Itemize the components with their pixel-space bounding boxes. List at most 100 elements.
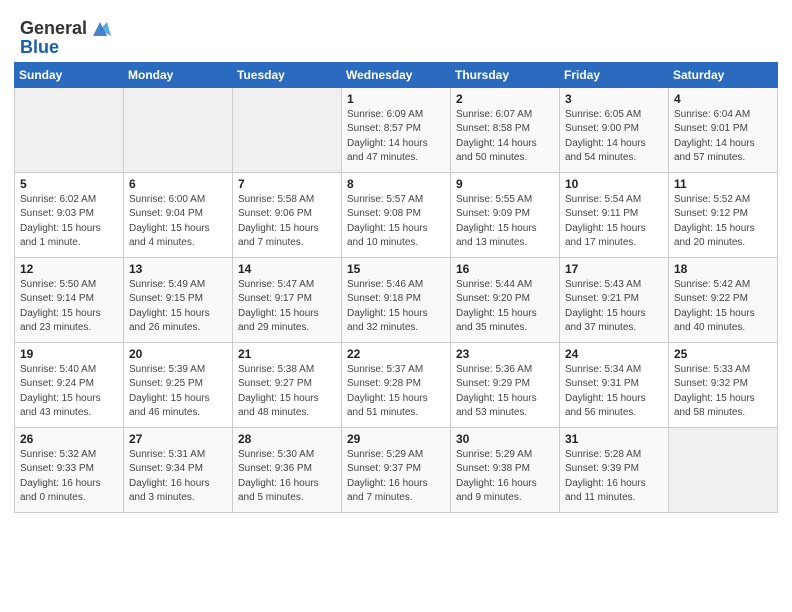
calendar-day-cell: 9 Sunrise: 5:55 AM Sunset: 9:09 PM Daylig… (451, 172, 560, 257)
calendar: SundayMondayTuesdayWednesdayThursdayFrid… (10, 62, 782, 513)
day-number: 27 (129, 432, 227, 446)
calendar-week-row: 19 Sunrise: 5:40 AM Sunset: 9:24 PM Dayli… (15, 342, 778, 427)
logo-general: General (20, 19, 87, 39)
calendar-day-cell: 3 Sunrise: 6:05 AM Sunset: 9:00 PM Daylig… (560, 87, 669, 172)
calendar-day-cell: 21 Sunrise: 5:38 AM Sunset: 9:27 PM Dayli… (233, 342, 342, 427)
day-info: Sunrise: 6:05 AM Sunset: 9:00 PM Dayligh… (565, 108, 663, 166)
day-number: 2 (456, 92, 554, 106)
day-number: 11 (674, 177, 772, 191)
day-info: Sunrise: 5:54 AM Sunset: 9:11 PM Dayligh… (565, 193, 663, 251)
day-number: 18 (674, 262, 772, 276)
calendar-week-row: 5 Sunrise: 6:02 AM Sunset: 9:03 PM Daylig… (15, 172, 778, 257)
day-info: Sunrise: 5:55 AM Sunset: 9:09 PM Dayligh… (456, 193, 554, 251)
day-info: Sunrise: 5:57 AM Sunset: 9:08 PM Dayligh… (347, 193, 445, 251)
day-info: Sunrise: 5:29 AM Sunset: 9:37 PM Dayligh… (347, 448, 445, 506)
day-number: 17 (565, 262, 663, 276)
weekday-header-thursday: Thursday (451, 62, 560, 87)
calendar-week-row: 12 Sunrise: 5:50 AM Sunset: 9:14 PM Dayli… (15, 257, 778, 342)
day-number: 25 (674, 347, 772, 361)
day-info: Sunrise: 5:43 AM Sunset: 9:21 PM Dayligh… (565, 278, 663, 336)
calendar-day-cell: 12 Sunrise: 5:50 AM Sunset: 9:14 PM Dayli… (15, 257, 124, 342)
calendar-day-cell: 1Sunrise: 6:09 AM Sunset: 8:57 PM Daylig… (342, 87, 451, 172)
day-number: 28 (238, 432, 336, 446)
day-number: 14 (238, 262, 336, 276)
day-number: 30 (456, 432, 554, 446)
day-info: Sunrise: 5:50 AM Sunset: 9:14 PM Dayligh… (20, 278, 118, 336)
day-info: Sunrise: 5:33 AM Sunset: 9:32 PM Dayligh… (674, 363, 772, 421)
calendar-day-cell (15, 87, 124, 172)
logo-blue: Blue (20, 38, 59, 58)
day-number: 23 (456, 347, 554, 361)
logo: General Blue (20, 18, 111, 58)
calendar-day-cell: 2 Sunrise: 6:07 AM Sunset: 8:58 PM Daylig… (451, 87, 560, 172)
day-number: 31 (565, 432, 663, 446)
day-info: Sunrise: 6:09 AM Sunset: 8:57 PM Dayligh… (347, 108, 445, 166)
calendar-week-row: 1Sunrise: 6:09 AM Sunset: 8:57 PM Daylig… (15, 87, 778, 172)
day-number: 21 (238, 347, 336, 361)
calendar-day-cell: 10 Sunrise: 5:54 AM Sunset: 9:11 PM Dayli… (560, 172, 669, 257)
calendar-day-cell: 22 Sunrise: 5:37 AM Sunset: 9:28 PM Dayli… (342, 342, 451, 427)
day-number: 15 (347, 262, 445, 276)
day-number: 22 (347, 347, 445, 361)
calendar-day-cell: 11Sunrise: 5:52 AM Sunset: 9:12 PM Dayli… (669, 172, 778, 257)
day-number: 5 (20, 177, 118, 191)
calendar-day-cell: 29Sunrise: 5:29 AM Sunset: 9:37 PM Dayli… (342, 427, 451, 512)
calendar-day-cell: 6 Sunrise: 6:00 AM Sunset: 9:04 PM Daylig… (124, 172, 233, 257)
day-number: 9 (456, 177, 554, 191)
header: General Blue (10, 10, 782, 62)
weekday-header-tuesday: Tuesday (233, 62, 342, 87)
day-info: Sunrise: 6:02 AM Sunset: 9:03 PM Dayligh… (20, 193, 118, 251)
calendar-day-cell: 19 Sunrise: 5:40 AM Sunset: 9:24 PM Dayli… (15, 342, 124, 427)
day-number: 16 (456, 262, 554, 276)
day-info: Sunrise: 5:29 AM Sunset: 9:38 PM Dayligh… (456, 448, 554, 506)
calendar-day-cell: 23 Sunrise: 5:36 AM Sunset: 9:29 PM Dayli… (451, 342, 560, 427)
day-number: 13 (129, 262, 227, 276)
day-info: Sunrise: 5:28 AM Sunset: 9:39 PM Dayligh… (565, 448, 663, 506)
day-number: 8 (347, 177, 445, 191)
calendar-day-cell: 26 Sunrise: 5:32 AM Sunset: 9:33 PM Dayli… (15, 427, 124, 512)
weekday-header-sunday: Sunday (15, 62, 124, 87)
day-info: Sunrise: 5:47 AM Sunset: 9:17 PM Dayligh… (238, 278, 336, 336)
calendar-day-cell: 31 Sunrise: 5:28 AM Sunset: 9:39 PM Dayli… (560, 427, 669, 512)
calendar-day-cell (233, 87, 342, 172)
logo-icon (89, 18, 111, 40)
day-info: Sunrise: 5:34 AM Sunset: 9:31 PM Dayligh… (565, 363, 663, 421)
day-info: Sunrise: 5:38 AM Sunset: 9:27 PM Dayligh… (238, 363, 336, 421)
calendar-week-row: 26 Sunrise: 5:32 AM Sunset: 9:33 PM Dayli… (15, 427, 778, 512)
calendar-day-cell: 20Sunrise: 5:39 AM Sunset: 9:25 PM Dayli… (124, 342, 233, 427)
day-number: 3 (565, 92, 663, 106)
day-number: 20 (129, 347, 227, 361)
calendar-day-cell: 28Sunrise: 5:30 AM Sunset: 9:36 PM Dayli… (233, 427, 342, 512)
day-info: Sunrise: 5:32 AM Sunset: 9:33 PM Dayligh… (20, 448, 118, 506)
calendar-day-cell: 27 Sunrise: 5:31 AM Sunset: 9:34 PM Dayli… (124, 427, 233, 512)
day-info: Sunrise: 5:31 AM Sunset: 9:34 PM Dayligh… (129, 448, 227, 506)
day-number: 10 (565, 177, 663, 191)
weekday-header-saturday: Saturday (669, 62, 778, 87)
day-info: Sunrise: 6:00 AM Sunset: 9:04 PM Dayligh… (129, 193, 227, 251)
calendar-day-cell: 24 Sunrise: 5:34 AM Sunset: 9:31 PM Dayli… (560, 342, 669, 427)
weekday-header-friday: Friday (560, 62, 669, 87)
day-info: Sunrise: 5:42 AM Sunset: 9:22 PM Dayligh… (674, 278, 772, 336)
day-info: Sunrise: 6:07 AM Sunset: 8:58 PM Dayligh… (456, 108, 554, 166)
calendar-day-cell: 14 Sunrise: 5:47 AM Sunset: 9:17 PM Dayli… (233, 257, 342, 342)
calendar-table: SundayMondayTuesdayWednesdayThursdayFrid… (14, 62, 778, 513)
calendar-day-cell: 18 Sunrise: 5:42 AM Sunset: 9:22 PM Dayli… (669, 257, 778, 342)
day-number: 26 (20, 432, 118, 446)
day-number: 24 (565, 347, 663, 361)
day-number: 12 (20, 262, 118, 276)
day-info: Sunrise: 5:58 AM Sunset: 9:06 PM Dayligh… (238, 193, 336, 251)
weekday-header-monday: Monday (124, 62, 233, 87)
day-number: 6 (129, 177, 227, 191)
day-number: 4 (674, 92, 772, 106)
calendar-day-cell (669, 427, 778, 512)
calendar-day-cell: 25 Sunrise: 5:33 AM Sunset: 9:32 PM Dayli… (669, 342, 778, 427)
day-number: 7 (238, 177, 336, 191)
day-info: Sunrise: 5:40 AM Sunset: 9:24 PM Dayligh… (20, 363, 118, 421)
calendar-day-cell: 8 Sunrise: 5:57 AM Sunset: 9:08 PM Daylig… (342, 172, 451, 257)
weekday-header-wednesday: Wednesday (342, 62, 451, 87)
day-info: Sunrise: 5:37 AM Sunset: 9:28 PM Dayligh… (347, 363, 445, 421)
day-number: 19 (20, 347, 118, 361)
calendar-day-cell: 13Sunrise: 5:49 AM Sunset: 9:15 PM Dayli… (124, 257, 233, 342)
day-info: Sunrise: 5:36 AM Sunset: 9:29 PM Dayligh… (456, 363, 554, 421)
calendar-day-cell: 7 Sunrise: 5:58 AM Sunset: 9:06 PM Daylig… (233, 172, 342, 257)
